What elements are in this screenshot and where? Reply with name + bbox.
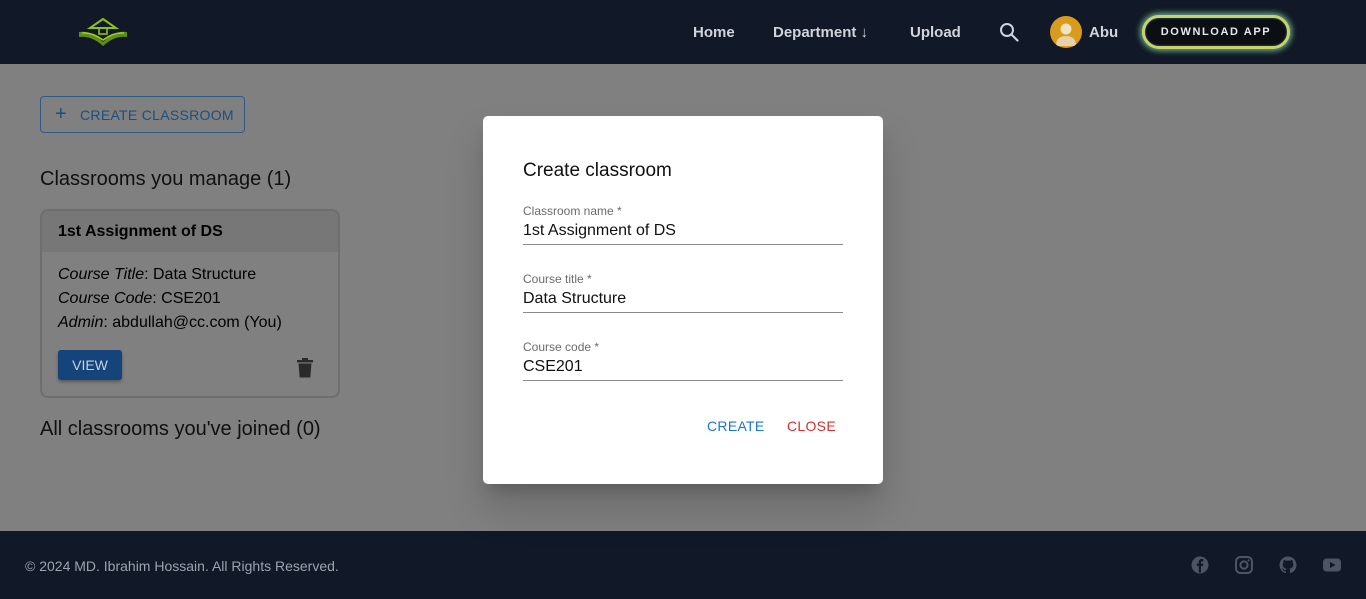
copyright-text: © 2024 MD. Ibrahim Hossain. All Rights R… [25, 558, 339, 574]
course-code-value: : CSE201 [152, 290, 221, 307]
course-title-line: Course Title: Data Structure [58, 266, 256, 284]
managed-classrooms-heading: Classrooms you manage (1) [40, 168, 292, 190]
user-avatar-icon [1056, 23, 1076, 46]
course-title-field: Course title * [523, 272, 843, 314]
user-name[interactable]: Abu [1089, 24, 1118, 41]
create-classroom-label: CREATE CLASSROOM [80, 107, 234, 123]
course-code-line: Course Code: CSE201 [58, 290, 221, 308]
admin-key: Admin [58, 314, 104, 331]
course-title-value: : Data Structure [144, 266, 257, 283]
course-code-label: Course code * [523, 340, 600, 354]
classroom-name-field: Classroom name * [523, 204, 843, 246]
close-button[interactable]: CLOSE [787, 418, 836, 434]
dialog-title: Create classroom [523, 160, 672, 181]
course-title-input[interactable] [523, 286, 843, 313]
trash-icon[interactable] [296, 358, 314, 378]
nav-department[interactable]: Department ↓ [773, 24, 868, 41]
facebook-icon[interactable] [1190, 555, 1210, 575]
nav-home[interactable]: Home [693, 24, 735, 41]
course-code-field: Course code * [523, 340, 843, 382]
course-code-input[interactable] [523, 354, 843, 381]
search-icon[interactable] [999, 22, 1019, 42]
avatar[interactable] [1050, 16, 1082, 48]
create-classroom-dialog: Create classroom Classroom name * Course… [483, 116, 883, 484]
joined-classrooms-heading: All classrooms you've joined (0) [40, 418, 321, 440]
plus-icon: + [55, 103, 67, 125]
course-title-key: Course Title [58, 266, 145, 283]
course-code-key: Course Code [58, 290, 153, 307]
classroom-name-label: Classroom name * [523, 204, 622, 218]
youtube-icon[interactable] [1322, 555, 1342, 575]
classroom-name-input[interactable] [523, 218, 843, 245]
view-button[interactable]: VIEW [58, 350, 122, 380]
classroom-card-title: 1st Assignment of DS [42, 211, 338, 252]
github-icon[interactable] [1278, 555, 1298, 575]
nav-upload[interactable]: Upload [910, 24, 961, 41]
classroom-card: 1st Assignment of DS Course Title: Data … [40, 209, 340, 398]
course-title-label: Course title * [523, 272, 592, 286]
footer: © 2024 MD. Ibrahim Hossain. All Rights R… [0, 531, 1366, 599]
create-button[interactable]: CREATE [707, 418, 765, 434]
admin-value: : abdullah@cc.com (You) [103, 314, 282, 331]
download-app-button[interactable]: DOWNLOAD APP [1142, 15, 1290, 49]
instagram-icon[interactable] [1234, 555, 1254, 575]
logo-book-icon[interactable] [76, 18, 130, 46]
top-navbar: Home Department ↓ Upload Abu DOWNLOAD AP… [0, 0, 1366, 64]
admin-line: Admin: abdullah@cc.com (You) [58, 314, 282, 332]
create-classroom-button[interactable]: + CREATE CLASSROOM [40, 96, 245, 133]
